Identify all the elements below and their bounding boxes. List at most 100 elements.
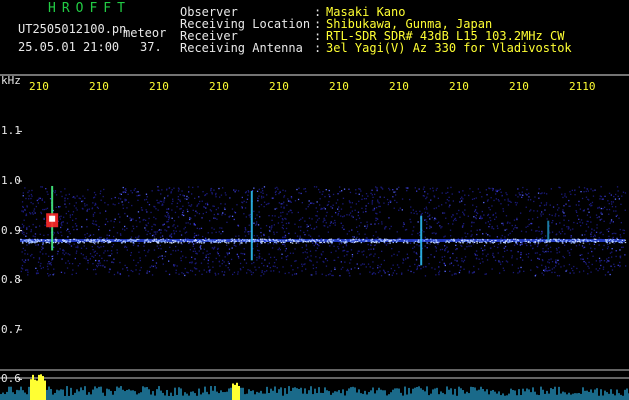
- amplitude-bar: [130, 390, 132, 400]
- noise-pixel: [602, 233, 604, 236]
- amplitude-bar: [596, 388, 598, 400]
- noise-pixel: [48, 261, 50, 263]
- noise-pixel: [271, 215, 274, 217]
- y-tick-label: 1.1: [1, 124, 21, 138]
- noise-pixel: [329, 222, 332, 225]
- carrier-pixel: [473, 241, 476, 243]
- carrier-pixel: [248, 239, 251, 241]
- noise-pixel: [471, 234, 473, 236]
- noise-pixel: [305, 268, 307, 270]
- noise-pixel: [410, 270, 412, 273]
- noise-pixel: [578, 186, 580, 188]
- noise-pixel: [374, 223, 376, 225]
- noise-pixel: [209, 220, 211, 222]
- noise-pixel: [163, 201, 165, 203]
- noise-pixel: [532, 218, 534, 220]
- noise-pixel: [447, 223, 450, 225]
- carrier-pixel: [579, 240, 581, 242]
- noise-pixel: [390, 200, 392, 202]
- noise-pixel: [180, 208, 182, 210]
- noise-pixel: [33, 208, 36, 210]
- noise-pixel: [378, 205, 380, 208]
- noise-pixel: [238, 257, 240, 259]
- noise-pixel: [502, 224, 504, 226]
- noise-pixel: [225, 264, 227, 267]
- noise-pixel: [594, 248, 596, 250]
- noise-pixel: [187, 222, 189, 224]
- noise-pixel: [608, 257, 610, 259]
- carrier-pixel: [621, 239, 624, 241]
- noise-pixel: [40, 212, 43, 215]
- noise-pixel: [185, 231, 188, 233]
- noise-pixel: [568, 199, 570, 202]
- amplitude-bar: [224, 392, 226, 400]
- noise-pixel: [444, 264, 446, 267]
- noise-pixel: [345, 243, 347, 245]
- noise-pixel: [585, 223, 588, 225]
- noise-pixel: [171, 209, 173, 211]
- noise-pixel: [261, 262, 263, 264]
- noise-pixel: [104, 223, 107, 226]
- amplitude-bar: [488, 394, 490, 400]
- noise-pixel: [285, 227, 288, 230]
- noise-pixel: [617, 264, 619, 266]
- noise-pixel: [195, 252, 197, 254]
- carrier-pixel: [558, 238, 560, 240]
- noise-pixel: [613, 263, 615, 265]
- noise-pixel: [341, 190, 343, 192]
- carrier-pixel: [397, 239, 399, 241]
- noise-pixel: [189, 218, 191, 221]
- carrier-pixel: [109, 241, 111, 243]
- noise-pixel: [298, 226, 300, 228]
- noise-pixel: [177, 225, 179, 227]
- carrier-pixel: [472, 241, 474, 243]
- noise-pixel: [461, 260, 463, 262]
- noise-pixel: [495, 189, 497, 191]
- noise-pixel: [131, 192, 133, 194]
- noise-pixel: [152, 265, 154, 268]
- carrier-pixel: [549, 238, 552, 241]
- noise-pixel: [139, 257, 141, 259]
- noise-pixel: [334, 266, 336, 269]
- amplitude-bar: [42, 376, 44, 400]
- carrier-pixel: [157, 242, 160, 244]
- carrier-pixel: [331, 242, 333, 244]
- noise-pixel: [290, 201, 292, 203]
- noise-pixel: [459, 269, 461, 272]
- noise-pixel: [460, 266, 462, 268]
- noise-pixel: [84, 203, 86, 205]
- carrier-pixel: [561, 242, 564, 244]
- noise-pixel: [418, 188, 420, 190]
- noise-pixel: [183, 228, 185, 230]
- amplitude-bar: [2, 392, 4, 400]
- noise-pixel: [162, 224, 164, 226]
- carrier-pixel: [491, 240, 493, 242]
- carrier-pixel: [212, 240, 215, 242]
- noise-pixel: [521, 191, 523, 193]
- amplitude-bar: [398, 388, 400, 400]
- noise-pixel: [193, 236, 195, 238]
- noise-pixel: [41, 249, 43, 251]
- noise-pixel: [200, 227, 203, 229]
- carrier-pixel: [609, 242, 611, 244]
- noise-pixel: [151, 190, 153, 192]
- noise-pixel: [82, 195, 84, 197]
- noise-pixel: [178, 273, 180, 275]
- noise-pixel: [271, 219, 273, 221]
- noise-pixel: [501, 261, 504, 263]
- noise-pixel: [576, 222, 578, 224]
- noise-pixel: [303, 231, 305, 234]
- noise-pixel: [563, 257, 565, 259]
- noise-pixel: [237, 190, 240, 192]
- noise-pixel: [542, 213, 544, 215]
- amplitude-bar: [542, 389, 544, 400]
- noise-pixel: [184, 198, 186, 200]
- carrier-pixel: [238, 240, 240, 242]
- noise-pixel: [585, 230, 587, 232]
- carrier-pixel: [221, 240, 223, 242]
- noise-pixel: [507, 221, 509, 223]
- noise-pixel: [119, 216, 121, 218]
- noise-pixel: [95, 220, 97, 222]
- carrier-pixel: [97, 238, 99, 240]
- noise-pixel: [135, 236, 137, 239]
